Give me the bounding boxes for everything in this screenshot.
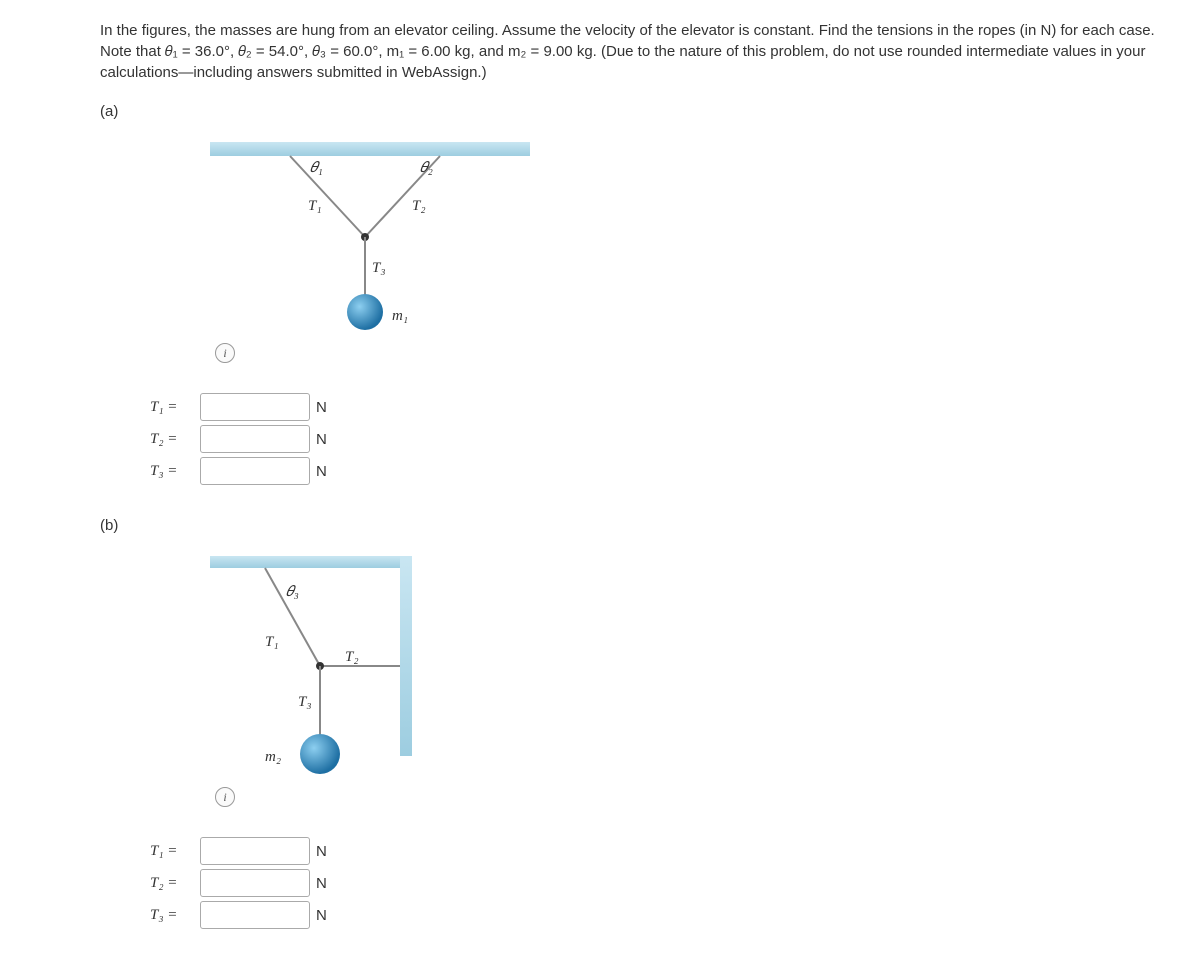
svg-text:T₃: T₃ [372,260,386,276]
t2-unit-a: N [316,429,327,450]
t2-input-b[interactable] [200,869,310,897]
svg-text:T₃: T₃ [298,694,312,710]
svg-text:T₁: T₁ [265,634,279,650]
t2-input-a[interactable] [200,425,310,453]
svg-text:m₁: m₁ [392,308,408,324]
theta3-eq: 𝜃₃ = 60.0°, [312,43,386,60]
m2-eq: m₂ = 9.00 kg. [508,43,601,60]
part-b-label: (b) [100,515,1160,536]
t3-unit-b: N [316,905,327,926]
t1-label-a: T₁ = [150,397,200,418]
t1-unit-b: N [316,841,327,862]
part-a-label: (a) [100,101,1160,122]
svg-text:T₂: T₂ [345,649,359,665]
t1-input-a[interactable] [200,393,310,421]
t3-input-a[interactable] [200,457,310,485]
svg-text:𝜃₃: 𝜃₃ [286,584,299,600]
figure-b: 𝜃₃ T₁ T₂ T₃ m₂ i [200,556,460,807]
figure-a-svg: 𝜃₁ 𝜃₂ T₁ T₂ T₃ m₁ [200,142,540,342]
t3-label-a: T₃ = [150,461,200,482]
svg-text:𝜃₂: 𝜃₂ [420,160,433,176]
svg-text:𝜃₁: 𝜃₁ [310,160,323,176]
t2-label-a: T₂ = [150,429,200,450]
t2-label-b: T₂ = [150,873,200,894]
m1-eq: m₁ = 6.00 kg, and [387,43,508,60]
problem-statement: In the figures, the masses are hung from… [100,20,1160,83]
info-icon[interactable]: i [215,343,235,363]
t1-input-b[interactable] [200,837,310,865]
theta2-eq: 𝜃₂ = 54.0°, [238,43,312,60]
t3-unit-a: N [316,461,327,482]
t3-label-b: T₃ = [150,905,200,926]
answers-b: T₁ = N T₂ = N T₃ = N [150,837,1160,929]
svg-text:T₁: T₁ [308,198,322,214]
t1-unit-a: N [316,397,327,418]
t2-unit-b: N [316,873,327,894]
svg-text:m₂: m₂ [265,749,281,765]
svg-text:T₂: T₂ [412,198,426,214]
figure-a: 𝜃₁ 𝜃₂ T₁ T₂ T₃ m₁ i [200,142,540,363]
theta1-eq: 𝜃₁ = 36.0°, [165,43,238,60]
info-icon[interactable]: i [215,787,235,807]
t3-input-b[interactable] [200,901,310,929]
t1-label-b: T₁ = [150,841,200,862]
figure-b-svg: 𝜃₃ T₁ T₂ T₃ m₂ [200,556,460,786]
answers-a: T₁ = N T₂ = N T₃ = N [150,393,1160,485]
